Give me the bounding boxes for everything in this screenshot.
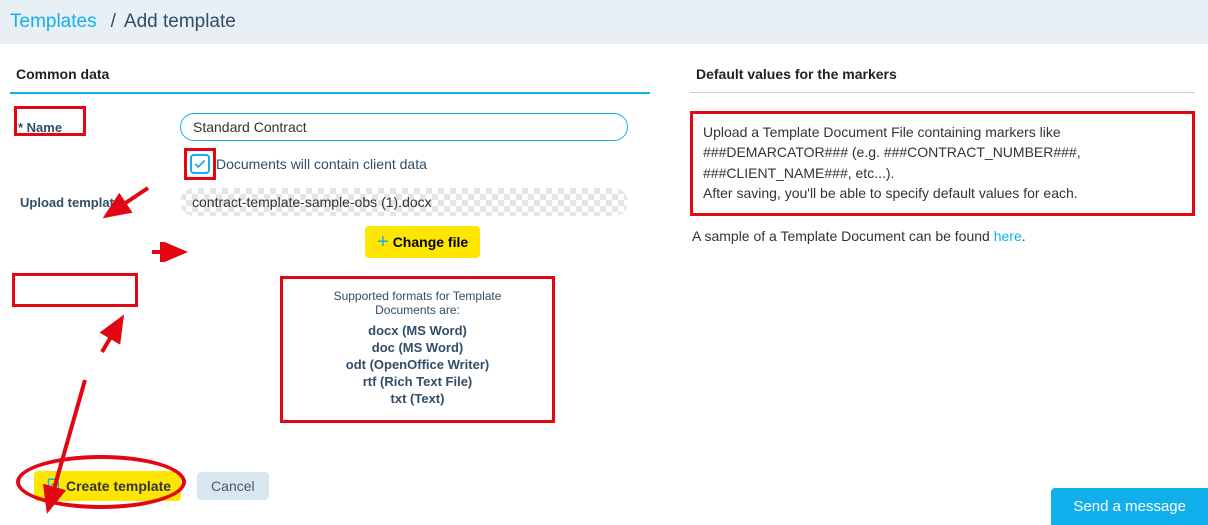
- name-input[interactable]: [180, 113, 628, 141]
- change-file-label: Change file: [393, 234, 468, 250]
- supported-format-1: doc (MS Word): [303, 340, 532, 355]
- cancel-button[interactable]: Cancel: [197, 472, 269, 500]
- instructions-box: Upload a Template Document File containi…: [690, 111, 1195, 216]
- supported-formats-box: Supported formats for Template Documents…: [280, 276, 555, 423]
- sample-suffix: .: [1022, 228, 1026, 244]
- sample-prefix: A sample of a Template Document can be f…: [692, 228, 994, 244]
- breadcrumb-link-templates[interactable]: Templates: [10, 11, 97, 33]
- supported-format-0: docx (MS Word): [303, 323, 532, 338]
- instructions-line-2: After saving, you'll be able to specify …: [703, 183, 1182, 203]
- instructions-line-1: Upload a Template Document File containi…: [703, 122, 1182, 183]
- breadcrumb-separator: /: [111, 11, 116, 33]
- upload-label: Upload template: [10, 195, 180, 210]
- supported-format-4: txt (Text): [303, 391, 532, 406]
- breadcrumb: Templates / Add template: [0, 0, 1208, 44]
- plus-icon: +: [377, 232, 389, 252]
- create-template-button[interactable]: Create template: [34, 471, 181, 501]
- breadcrumb-current: Add template: [124, 11, 236, 33]
- client-data-label: Documents will contain client data: [216, 156, 427, 172]
- section-title-default-values: Default values for the markers: [690, 66, 1195, 82]
- name-label: * Name: [10, 120, 180, 135]
- document-icon: [44, 477, 62, 495]
- annotation-arrow-checkbox: [150, 242, 190, 262]
- supported-formats-header: Supported formats for Template Documents…: [303, 289, 532, 317]
- annotation-arrow-upload: [94, 312, 134, 356]
- sample-link[interactable]: here: [994, 228, 1022, 244]
- annotation-arrow-create: [30, 374, 100, 524]
- chat-widget[interactable]: Send a message: [1051, 488, 1208, 525]
- supported-format-2: odt (OpenOffice Writer): [303, 357, 532, 372]
- change-file-button[interactable]: + Change file: [365, 226, 480, 258]
- divider: [10, 92, 650, 94]
- check-icon: [193, 157, 207, 171]
- annotation-box-upload: [12, 273, 138, 307]
- create-template-label: Create template: [66, 478, 171, 494]
- file-name-display: contract-template-sample-obs (1).docx: [180, 188, 628, 216]
- divider-right: [690, 92, 1195, 93]
- section-title-common-data: Common data: [10, 66, 650, 82]
- sample-line: A sample of a Template Document can be f…: [690, 228, 1195, 244]
- supported-format-3: rtf (Rich Text File): [303, 374, 532, 389]
- client-data-checkbox[interactable]: [190, 154, 210, 174]
